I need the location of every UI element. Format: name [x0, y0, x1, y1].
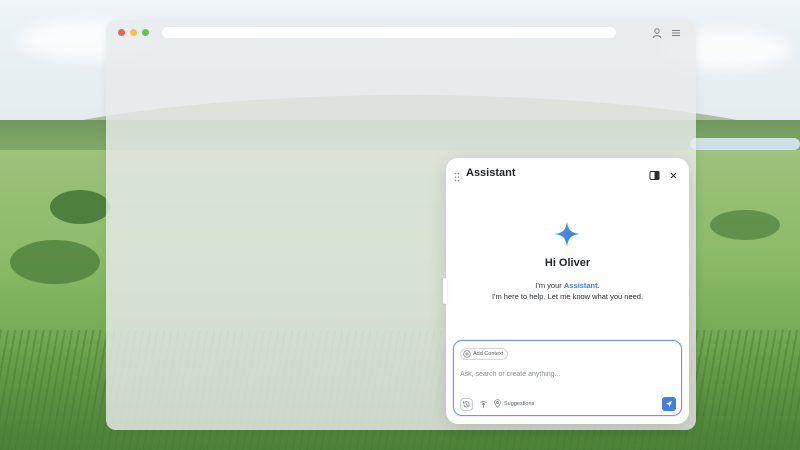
browser-titlebar [106, 20, 696, 44]
window-maximize-button[interactable] [142, 29, 149, 36]
intro-prefix: I'm your [535, 281, 564, 290]
toggle-sidebar-icon[interactable] [649, 168, 660, 180]
plus-circle-icon [463, 350, 471, 358]
assistant-title: Assistant [466, 167, 516, 179]
background-bush [710, 210, 780, 240]
send-icon [665, 400, 673, 408]
drag-handle-icon[interactable] [454, 169, 460, 182]
background-bush [10, 240, 100, 284]
address-bar[interactable] [162, 27, 616, 38]
intro-line-2: I'm here to help. Let me know what you n… [491, 292, 644, 301]
sparkle-icon [553, 220, 581, 248]
history-icon[interactable] [460, 398, 473, 411]
prompt-input[interactable] [460, 368, 660, 380]
add-context-label: Add Context [473, 351, 504, 357]
background-bush [50, 190, 110, 224]
assistant-name-highlight: Assistant. [563, 281, 600, 290]
location-pin-icon [494, 399, 501, 408]
window-minimize-button[interactable] [130, 29, 137, 36]
assistant-panel-header: Assistant [446, 158, 689, 190]
hamburger-menu-icon[interactable] [670, 26, 682, 38]
intro-line-1: I'm your Assistant. [446, 280, 689, 291]
add-context-button[interactable]: Add Context [460, 348, 509, 360]
assistant-panel: Assistant Hi Oliver I'm your Assistant. … [443, 158, 689, 424]
intro-text: I'm your Assistant. I'm here to help. Le… [446, 280, 689, 302]
close-icon[interactable] [668, 168, 679, 179]
send-button[interactable] [662, 397, 676, 411]
suggestions-button[interactable]: Suggestions [494, 399, 534, 408]
web-search-icon[interactable] [477, 398, 490, 411]
prompt-composer: Add Context Suggestions [453, 340, 682, 416]
background-river [690, 138, 800, 150]
greeting-heading: Hi Oliver [544, 257, 591, 269]
user-icon[interactable] [651, 26, 663, 39]
suggestions-label: Suggestions [504, 400, 535, 407]
window-close-button[interactable] [118, 29, 125, 36]
